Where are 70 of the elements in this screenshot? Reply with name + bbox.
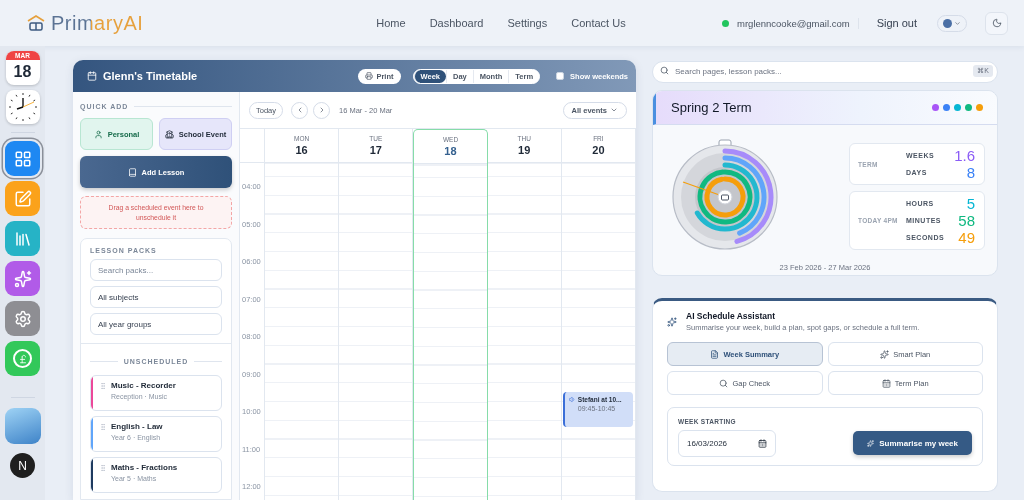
timetable-title: Glenn's Timetable (103, 70, 198, 82)
theme-toggle-button[interactable] (985, 11, 1008, 35)
sparkles-icon (13, 269, 32, 288)
day-number: 17 (369, 144, 382, 156)
color-swatch-icon (943, 18, 952, 28)
day-number: 19 (518, 144, 531, 156)
chevron-down-icon (954, 19, 961, 27)
date-field[interactable]: 16/03/2026 (678, 430, 776, 457)
user-email: mrglenncooke@gmail.com (737, 17, 859, 29)
stat-value: 5 (966, 195, 975, 212)
edit-icon (13, 189, 32, 208)
books-icon (13, 229, 32, 248)
sparkles-icon (867, 439, 875, 447)
summarise-button[interactable]: Summarise my week (853, 431, 972, 455)
nav-link[interactable]: Contact Us (571, 17, 626, 29)
app-launcher-button[interactable] (5, 301, 40, 336)
stat-value: 8 (966, 164, 975, 181)
calendar-icon (881, 378, 891, 388)
speaker-icon (568, 395, 576, 403)
calendar-icon (758, 439, 767, 448)
app-launcher-button[interactable] (5, 221, 40, 256)
printer-icon (365, 72, 374, 80)
assistant-title: AI Schedule Assistant (686, 311, 776, 321)
search-field[interactable]: Search packs... (90, 259, 222, 281)
drag-handle-icon[interactable] (99, 423, 107, 431)
clock-icon (5, 90, 40, 124)
app-launcher-button[interactable] (5, 181, 40, 216)
day-number: 16 (295, 144, 308, 156)
stat-value: 58 (958, 212, 975, 229)
app-launcher-button[interactable] (5, 261, 40, 296)
drag-handle-icon[interactable] (99, 464, 107, 472)
school-icon (164, 129, 174, 139)
search-icon (660, 66, 669, 75)
day-number: 20 (592, 144, 605, 156)
lesson-title: English - Law (111, 422, 163, 431)
previous-button[interactable] (291, 101, 308, 119)
person-icon (93, 129, 103, 139)
term-title: Spring 2 Term (671, 100, 752, 115)
nav-link[interactable]: Home (376, 17, 406, 29)
calendar-day: 18 (5, 60, 40, 84)
stat-value: 49 (958, 229, 975, 246)
nav-link[interactable]: Settings (507, 17, 548, 29)
subject-select[interactable]: All subjects (90, 286, 222, 308)
house-book-logo-icon (26, 15, 46, 31)
checkbox[interactable] (556, 72, 565, 80)
stat-value: 1.6 (954, 147, 975, 164)
sparkles-icon (880, 349, 890, 359)
avatar-placeholder[interactable] (4, 408, 41, 444)
logo-badge[interactable]: N (10, 453, 35, 478)
year-group-select[interactable]: All year groups (90, 313, 222, 335)
book-icon (127, 167, 137, 177)
nav-link[interactable]: Dashboard (429, 17, 484, 29)
settings-icon (13, 309, 32, 328)
grid-icon (13, 149, 32, 168)
document-icon (710, 349, 720, 359)
sign-out-link[interactable]: Sign out (876, 17, 917, 29)
drag-handle-icon[interactable] (99, 382, 107, 390)
lesson-title: Maths - Fractions (111, 463, 178, 472)
pound-coin-icon (13, 349, 32, 368)
accent-picker-button[interactable] (937, 14, 967, 32)
search-icon (719, 378, 729, 388)
lesson-title: Music - Recorder (111, 381, 176, 390)
calendar-icon (87, 71, 97, 81)
chevron-down-icon (610, 106, 618, 114)
app-launcher-button[interactable] (5, 341, 40, 376)
day-number: 18 (444, 145, 457, 157)
sparkles-icon (667, 316, 677, 327)
app-launcher-button[interactable] (5, 141, 40, 176)
next-button[interactable] (313, 101, 330, 119)
moon-icon (991, 18, 1002, 28)
